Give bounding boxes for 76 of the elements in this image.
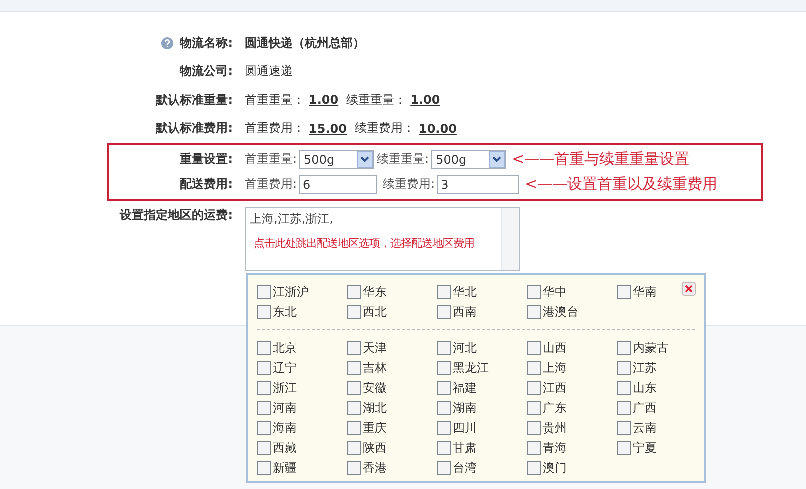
annotation-note: 点击此处跳出配送地区选项，选择配送地区费用	[254, 236, 474, 251]
field-value: 圆通速递	[245, 63, 293, 80]
pair-value: 10.00	[418, 122, 457, 136]
region-checkbox[interactable]: 台湾	[437, 459, 527, 477]
pair-value: 1.00	[309, 93, 339, 108]
region-checkbox[interactable]: 华东	[347, 283, 437, 301]
fee-input[interactable]: 3	[437, 175, 520, 194]
region-checkbox[interactable]: 上海	[527, 359, 617, 377]
region-checkbox[interactable]: 安徽	[347, 379, 437, 397]
region-checkbox[interactable]: 湖北	[347, 399, 437, 417]
close-icon[interactable]	[682, 282, 696, 296]
control-label: 首重费用:	[245, 176, 298, 193]
region-checkbox[interactable]: 福建	[437, 379, 527, 397]
region-checkbox[interactable]: 湖南	[437, 399, 527, 417]
regions-textarea[interactable]: 上海,江苏,浙江, 点击此处跳出配送地区选项，选择配送地区费用	[245, 207, 520, 271]
region-checkbox[interactable]: 海南	[257, 419, 347, 437]
region-checkbox[interactable]: 江西	[527, 379, 617, 397]
region-checkbox[interactable]: 吉林	[347, 359, 437, 377]
field-label: 重量设置:	[180, 151, 233, 168]
fee-input[interactable]: 6	[299, 175, 378, 194]
region-checkbox[interactable]: 贵州	[527, 419, 617, 437]
region-checkbox[interactable]: 华中	[527, 283, 617, 301]
field-label: 默认标准重量:	[156, 92, 233, 109]
region-checkbox[interactable]: 华南	[617, 283, 707, 301]
help-icon[interactable]	[161, 36, 174, 50]
region-checkbox[interactable]: 河南	[257, 399, 347, 417]
field-label: 设置指定地区的运费:	[120, 207, 233, 224]
region-checkbox[interactable]: 重庆	[347, 419, 437, 437]
annotation-note: <——设置首重以及续重费用	[525, 175, 718, 194]
region-checkbox[interactable]: 江苏	[617, 359, 707, 377]
region-checkbox[interactable]: 华北	[437, 283, 527, 301]
pair-label: 首重重量：	[245, 92, 305, 109]
region-checkbox[interactable]: 新疆	[257, 459, 347, 477]
region-checkbox[interactable]: 云南	[617, 419, 707, 437]
region-checkbox[interactable]: 内蒙古	[617, 339, 707, 357]
weight-select[interactable]: 500g	[431, 150, 506, 169]
region-checkbox[interactable]: 西藏	[257, 439, 347, 457]
region-checkbox[interactable]: 黑龙江	[437, 359, 527, 377]
region-checkbox[interactable]: 西南	[437, 303, 527, 321]
pair-label: 续重费用：	[354, 120, 415, 138]
region-checkbox[interactable]: 甘肃	[437, 439, 527, 457]
pair-value: 15.00	[309, 122, 347, 136]
control-label: 续重费用:	[383, 176, 436, 193]
field-label: 物流公司:	[180, 63, 233, 80]
logistics-name: 圆通快递（杭州总部）	[245, 34, 365, 52]
region-checkbox[interactable]: 辽宁	[257, 359, 347, 377]
region-checkbox[interactable]: 青海	[527, 439, 617, 457]
annotation-note: <——首重与续重重量设置	[512, 150, 690, 169]
control-label: 续重重量:	[377, 151, 430, 168]
textarea-value: 上海,江苏,浙江,	[250, 211, 334, 228]
region-checkbox[interactable]: 广西	[617, 399, 707, 417]
field-label: 物流名称:	[180, 34, 233, 52]
region-checkbox[interactable]: 浙江	[257, 379, 347, 397]
weight-select[interactable]: 500g	[299, 150, 374, 169]
region-checkbox[interactable]: 山西	[527, 339, 617, 357]
pair-label: 首重费用：	[245, 120, 305, 138]
scrollbar[interactable]	[501, 208, 519, 270]
region-checkbox[interactable]: 山东	[617, 379, 707, 397]
region-checkbox[interactable]: 河北	[437, 339, 527, 357]
control-label: 首重重量:	[245, 151, 298, 168]
field-label: 配送费用:	[180, 176, 233, 193]
pair-value: 1.00	[410, 93, 440, 108]
region-checkbox[interactable]: 北京	[257, 339, 347, 357]
region-checkbox[interactable]: 江浙沪	[257, 283, 347, 301]
region-checkbox[interactable]: 天津	[347, 339, 437, 357]
region-checkbox[interactable]: 陕西	[347, 439, 437, 457]
region-checkbox[interactable]: 港澳台	[527, 303, 617, 321]
region-checkbox[interactable]: 广东	[527, 399, 617, 417]
region-checkbox[interactable]: 宁夏	[617, 439, 707, 457]
region-checkbox[interactable]: 澳门	[527, 459, 617, 477]
region-checkbox[interactable]: 香港	[347, 459, 437, 477]
region-checkbox[interactable]: 东北	[257, 303, 347, 321]
region-checkbox[interactable]: 四川	[437, 419, 527, 437]
region-checkbox[interactable]: 西北	[347, 303, 437, 321]
pair-label: 续重重量：	[346, 92, 407, 109]
field-label: 默认标准费用:	[156, 120, 233, 138]
